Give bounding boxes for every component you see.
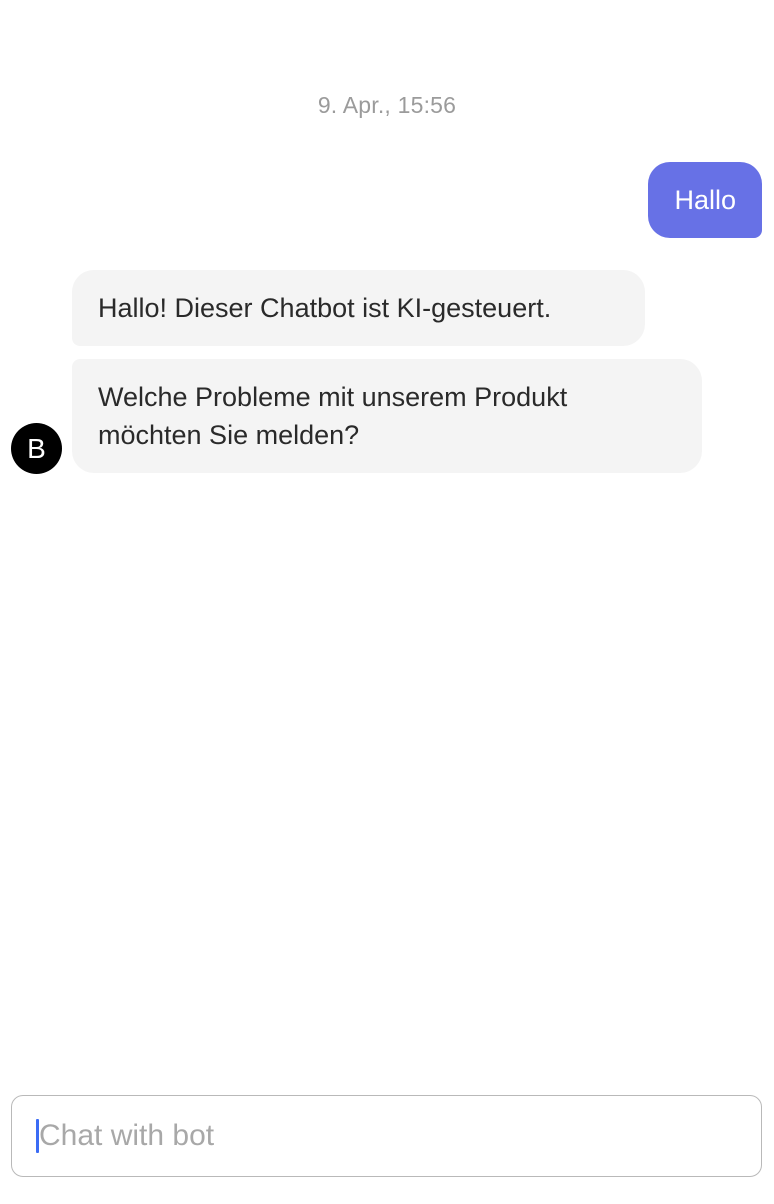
chat-window: 9. Apr., 15:56 Hallo Hallo! Dieser Chatb…: [0, 0, 774, 1204]
bot-avatar: B: [11, 423, 62, 474]
message-timestamp: 9. Apr., 15:56: [317, 92, 457, 118]
avatar-letter: B: [27, 432, 46, 464]
bot-message-bubble: Hallo! Dieser Chatbot ist KI-gesteuert.: [72, 270, 645, 346]
chat-input[interactable]: [39, 1106, 719, 1166]
user-message-bubble: Hallo: [648, 162, 762, 238]
user-message-text: Hallo: [674, 185, 736, 215]
bot-message-text: Hallo! Dieser Chatbot ist KI-gesteuert.: [98, 293, 552, 323]
bot-message-text: Welche Probleme mit unserem Produkt möch…: [98, 382, 568, 450]
chat-composer[interactable]: [11, 1095, 762, 1177]
bot-message-bubble: Welche Probleme mit unserem Produkt möch…: [72, 359, 702, 473]
